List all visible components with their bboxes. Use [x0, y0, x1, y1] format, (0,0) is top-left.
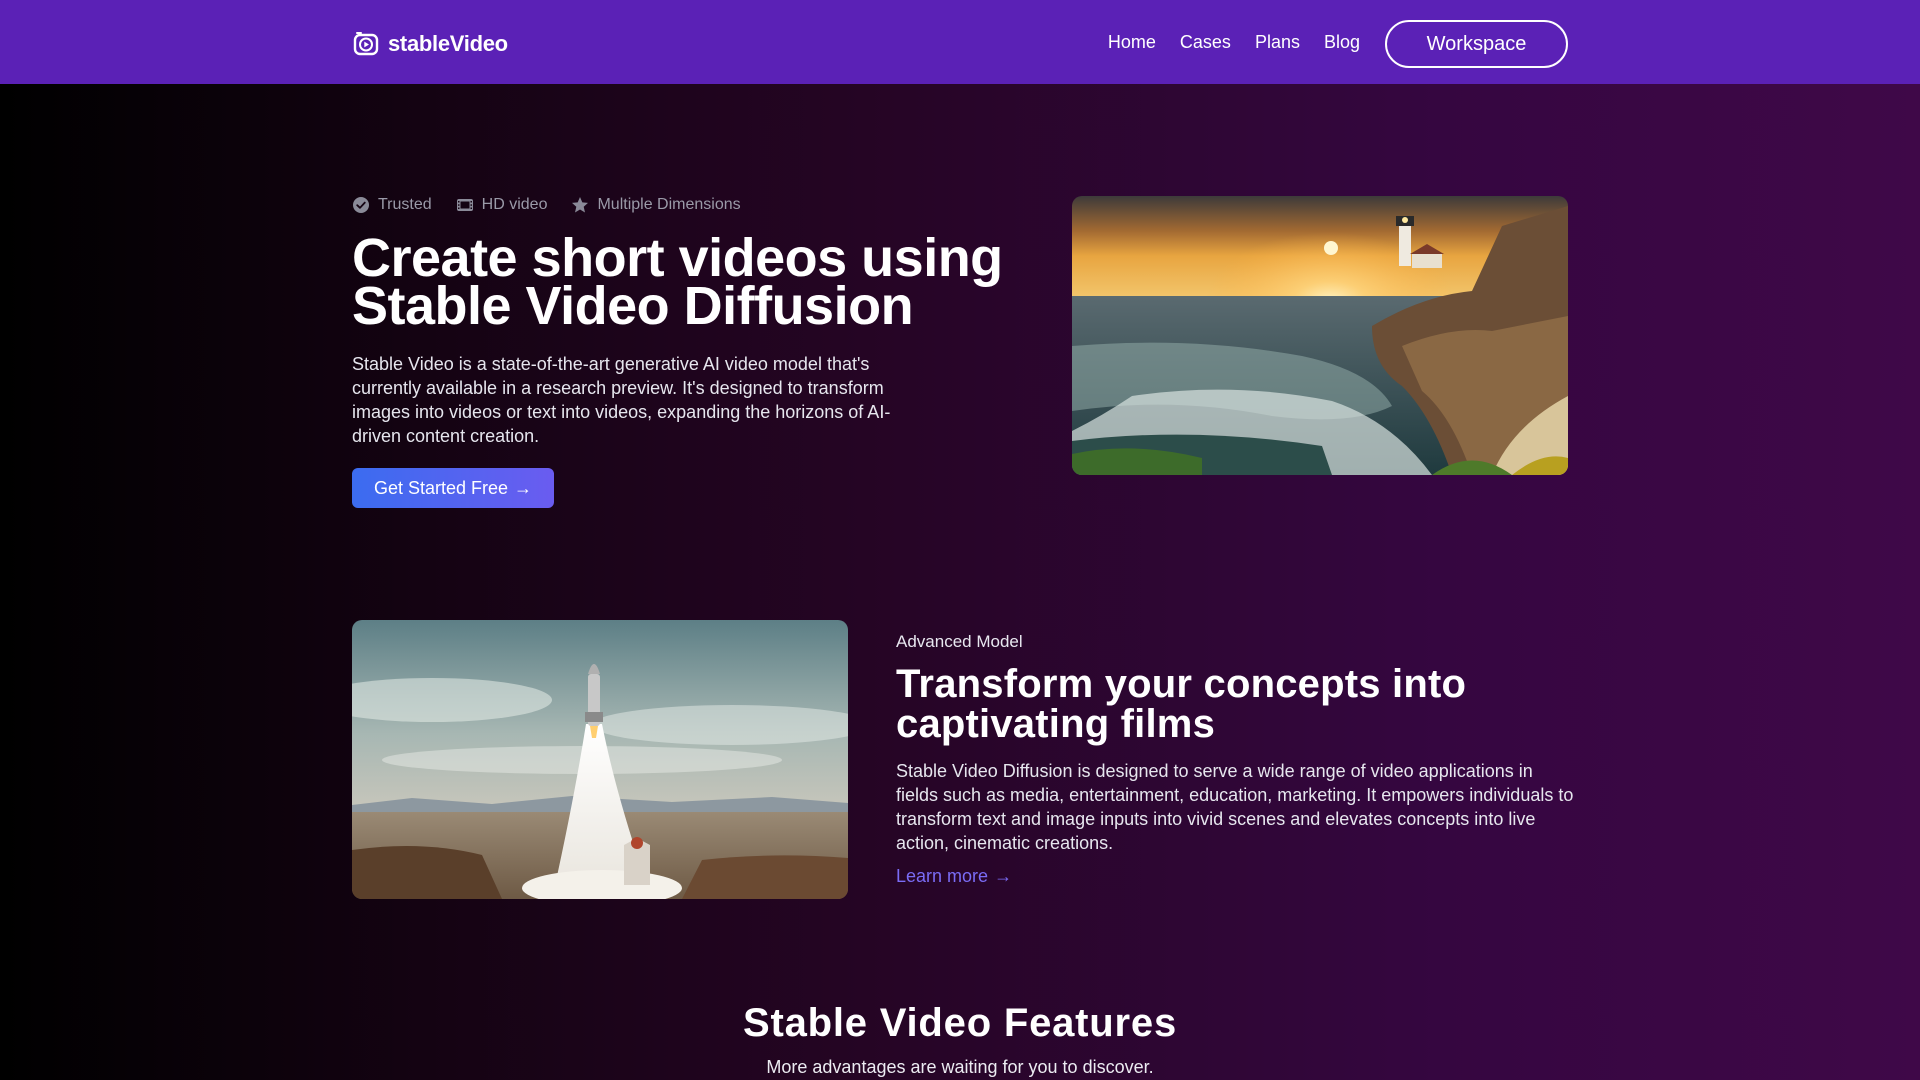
- lighthouse-image: [1072, 196, 1568, 475]
- workspace-button[interactable]: Workspace: [1385, 20, 1568, 68]
- badge-label: Multiple Dimensions: [597, 196, 741, 213]
- star-icon: [572, 197, 589, 213]
- section-description: Stable Video Diffusion is designed to se…: [896, 761, 1574, 853]
- play-logo-icon: [353, 32, 379, 56]
- nav-link-cases[interactable]: Cases: [1180, 32, 1231, 53]
- badge-multiple-dimensions: Multiple Dimensions: [571, 196, 741, 214]
- rocket-image: [352, 620, 848, 899]
- badge-label: Trusted: [378, 196, 432, 213]
- get-started-label: Get Started Free: [373, 477, 509, 498]
- learn-more-link[interactable]: Learn more →: [896, 866, 1012, 887]
- hero-description: Stable Video is a state-of-the-art gener…: [352, 354, 891, 446]
- nav-links: Home Cases Plans Blog: [1108, 0, 1360, 84]
- learn-more-label: Learn more: [896, 866, 989, 886]
- brand-name: stableVideo: [388, 31, 508, 56]
- nav-link-blog[interactable]: Blog: [1324, 32, 1360, 53]
- section-eyebrow: Advanced Model: [896, 632, 1023, 651]
- nav-link-home[interactable]: Home: [1108, 32, 1156, 53]
- brand-logo[interactable]: stableVideo: [352, 28, 508, 60]
- arrow-right-icon: →: [514, 477, 533, 498]
- nav-link-plans[interactable]: Plans: [1255, 32, 1300, 53]
- badge-trusted: Trusted: [352, 196, 432, 214]
- top-navbar: stableVideo Home Cases Plans Blog Worksp…: [0, 0, 1920, 84]
- section-title-line2: captivating films: [896, 702, 1216, 746]
- film-icon: [456, 199, 473, 211]
- rocket-illustration: [352, 620, 848, 899]
- lighthouse-illustration: [1072, 196, 1568, 475]
- features-subtitle: More advantages are waiting for you to d…: [766, 1057, 1154, 1077]
- feature-badges: Trusted HD video Multiple Dimensions: [352, 196, 741, 214]
- section-title-line1: Transform your concepts into: [896, 662, 1467, 706]
- check-circle-icon: [353, 197, 369, 213]
- features-title: Stable Video Features: [743, 1001, 1177, 1045]
- hero-title-line2: Stable Video Diffusion: [352, 276, 914, 336]
- section-title: Transform your concepts into captivating…: [896, 664, 1576, 744]
- badge-label: HD video: [481, 196, 548, 213]
- hero-title: Create short videos using Stable Video D…: [352, 231, 1012, 333]
- get-started-button[interactable]: Get Started Free →: [352, 468, 554, 508]
- arrow-right-icon: →: [994, 866, 1013, 886]
- badge-hd-video: HD video: [456, 196, 548, 214]
